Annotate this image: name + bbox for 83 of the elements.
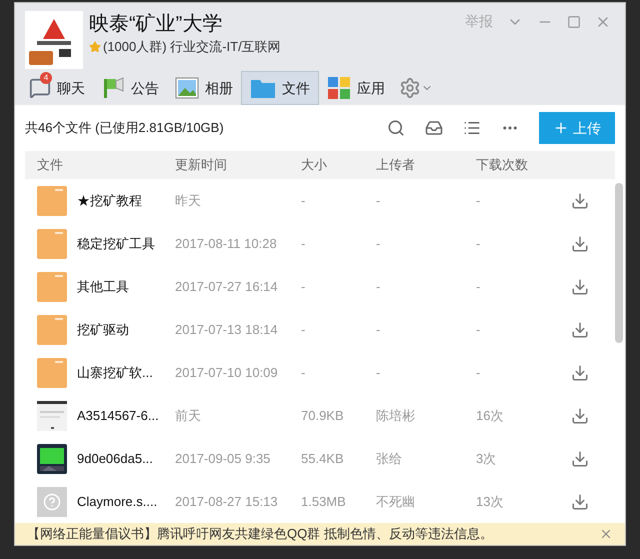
column-header: 更新时间 — [175, 156, 228, 174]
uploader: 陈培彬 — [376, 406, 416, 425]
update-time: 2017-09-05 9:35 — [175, 450, 272, 468]
update-time: 2017-07-10 10:09 — [175, 364, 279, 382]
file-name[interactable]: 稳定挖矿工具 — [77, 234, 155, 254]
download-icon[interactable] — [571, 278, 589, 296]
download-count: 16次 — [476, 406, 504, 425]
tab[interactable]: 聊天 4 — [21, 71, 93, 105]
file-name[interactable]: 山寨挖矿软... — [77, 362, 153, 382]
download-count: 3次 — [476, 450, 498, 468]
photo-icon — [175, 77, 199, 99]
close-icon[interactable] — [599, 527, 613, 541]
download-count: - — [476, 234, 482, 253]
folder-icon — [37, 228, 67, 258]
folder-icon — [37, 358, 67, 388]
column-header: 下载次数 — [476, 156, 529, 174]
download-icon[interactable] — [571, 364, 589, 382]
folder-icon — [250, 77, 276, 99]
unknown-file-icon — [37, 486, 67, 516]
download-count: - — [476, 192, 482, 210]
uploader: 张给 — [376, 450, 403, 468]
update-time: 前天 — [175, 406, 202, 425]
column-header: 文件 — [36, 156, 64, 174]
uploader: - — [376, 278, 382, 296]
plus-icon — [553, 120, 569, 136]
file-name[interactable]: 其他工具 — [77, 276, 129, 296]
download-icon[interactable] — [571, 192, 589, 210]
download-count: - — [476, 320, 482, 339]
tab[interactable]: 公告 — [93, 71, 167, 105]
folder-icon — [37, 314, 67, 344]
download-count: 13次 — [476, 492, 504, 511]
file-size: 55.4KB — [301, 450, 345, 468]
notice-text: 【网络正能量倡议书】腾讯呼吁网友共建绿色QQ群 抵制色情、反动等违法信息。 — [27, 525, 493, 544]
file-size: 70.9KB — [301, 406, 345, 425]
inbox-icon[interactable] — [425, 119, 443, 137]
unread-badge: 4 — [40, 72, 52, 84]
file-size: - — [301, 278, 306, 296]
star-icon — [89, 40, 101, 53]
download-icon[interactable] — [571, 234, 589, 252]
group-subtitle: (1000人群) 行业交流-IT/互联网 — [103, 38, 281, 56]
uploader: - — [376, 192, 382, 210]
update-time: 2017-08-11 10:28 — [175, 234, 278, 253]
file-name[interactable]: ★挖矿教程 — [77, 190, 142, 210]
update-time: 2017-07-13 18:14 — [175, 320, 279, 339]
download-icon[interactable] — [571, 492, 589, 510]
file-size: 1.53MB — [301, 492, 347, 511]
file-name[interactable]: 9d0e06da5... — [77, 448, 153, 468]
window-title: 映泰“矿业”大学 — [89, 12, 222, 37]
update-time: 2017-07-27 16:14 — [175, 278, 279, 296]
file-size: - — [301, 320, 306, 339]
file-name[interactable]: Claymore.s.... — [77, 492, 158, 512]
tab[interactable]: 应用 — [319, 71, 393, 105]
folder-icon — [37, 186, 67, 216]
group-avatar — [25, 11, 83, 69]
flag-icon — [101, 76, 125, 100]
apps-icon — [327, 76, 351, 100]
search-icon[interactable] — [387, 119, 405, 137]
scrollbar[interactable] — [615, 183, 623, 343]
column-header: 大小 — [301, 156, 328, 174]
file-summary: 共46个文件 (已使用2.81GB/10GB) — [25, 119, 224, 138]
uploader: - — [376, 234, 382, 253]
download-icon[interactable] — [571, 450, 589, 468]
folder-icon — [37, 272, 67, 302]
file-size: - — [301, 364, 306, 382]
file-name[interactable]: A3514567-6... — [77, 406, 159, 426]
settings-icon[interactable] — [399, 77, 421, 99]
update-time: 2017-08-27 15:13 — [175, 492, 279, 511]
download-count: - — [476, 364, 482, 382]
update-time: 昨天 — [175, 192, 202, 210]
download-icon[interactable] — [571, 406, 589, 424]
tab[interactable]: 相册 — [167, 71, 241, 105]
download-icon[interactable] — [571, 320, 589, 338]
uploader: - — [376, 364, 382, 382]
list-icon[interactable] — [463, 119, 481, 137]
uploader: - — [376, 320, 382, 339]
download-count: - — [476, 278, 482, 296]
tab[interactable]: 文件 — [241, 71, 319, 105]
file-size: - — [301, 234, 306, 253]
maximize-icon[interactable] — [567, 14, 581, 28]
uploader: 不死幽 — [376, 492, 416, 511]
file-size: - — [301, 192, 306, 210]
column-header: 上传者 — [376, 156, 416, 174]
file-name[interactable]: 挖矿驱动 — [77, 320, 129, 340]
